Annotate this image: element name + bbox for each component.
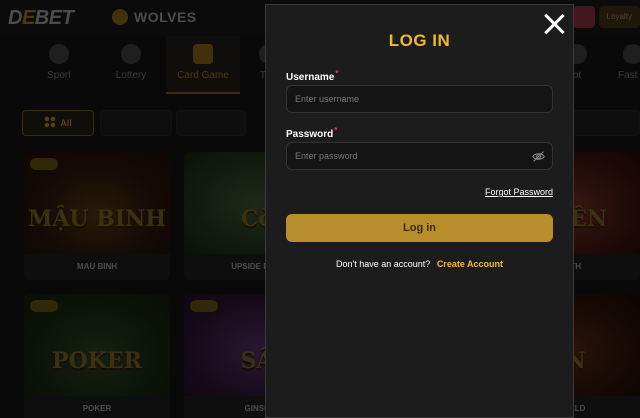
password-label: Password* xyxy=(286,126,338,140)
no-account-text: Don't have an account? xyxy=(336,259,431,269)
required-mark: * xyxy=(335,69,339,78)
password-field-wrapper xyxy=(286,142,553,170)
eye-off-icon[interactable] xyxy=(532,150,545,163)
page: DEBET WOLVES Loyalty Sport Lottery Card … xyxy=(0,0,640,418)
username-label: Username* xyxy=(286,69,339,83)
login-modal: LOG IN Username* Password* Forgot Passwo… xyxy=(265,4,574,418)
forgot-password-link[interactable]: Forgot Password xyxy=(485,187,553,197)
username-field-wrapper xyxy=(286,85,553,113)
required-mark: * xyxy=(334,126,338,135)
close-icon[interactable] xyxy=(543,13,565,35)
login-button[interactable]: Log in xyxy=(286,214,553,242)
modal-title: LOG IN xyxy=(388,31,451,50)
create-account-link[interactable]: Create Account xyxy=(437,259,503,269)
password-input[interactable] xyxy=(287,143,552,169)
signup-prompt: Don't have an account? Create Account xyxy=(266,259,573,269)
username-input[interactable] xyxy=(287,86,552,112)
